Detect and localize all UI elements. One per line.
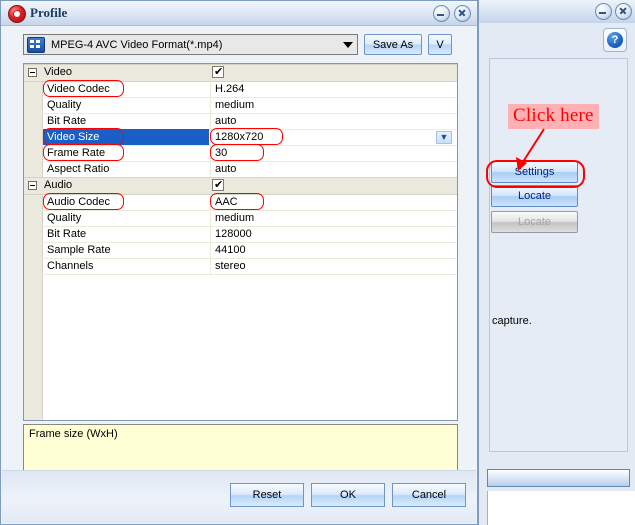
- click-here-annotation: Click here: [508, 104, 599, 129]
- grid-row-name: Bit Rate: [47, 228, 87, 240]
- grid-row-name: Sample Rate: [47, 244, 111, 256]
- v-button[interactable]: V: [428, 34, 452, 55]
- cancel-button[interactable]: Cancel: [392, 483, 466, 507]
- table-row[interactable]: Video Size 1280x720 ▼: [24, 129, 457, 146]
- profile-minimize-icon[interactable]: [433, 5, 450, 22]
- grid-row-value[interactable]: 128000: [210, 226, 457, 242]
- background-bottom-area: [487, 491, 635, 525]
- grid-row-value[interactable]: medium: [210, 210, 457, 226]
- table-row[interactable]: Video Codec H.264: [24, 81, 457, 98]
- save-as-label: Save As: [372, 38, 414, 51]
- collapse-icon[interactable]: [28, 181, 37, 190]
- grid-category-video[interactable]: Video: [24, 64, 457, 82]
- grid-row-name: Channels: [47, 260, 94, 272]
- save-as-button[interactable]: Save As: [364, 34, 422, 55]
- reset-label: Reset: [252, 489, 282, 501]
- help-icon: ?: [607, 32, 623, 48]
- profile-close-icon[interactable]: [454, 5, 471, 22]
- format-row: MPEG-4 AVC Video Format(*.mp4) Save As V: [23, 34, 452, 55]
- profile-body: MPEG-4 AVC Video Format(*.mp4) Save As V…: [1, 25, 477, 524]
- grid-category-label: Video: [44, 66, 72, 78]
- profile-title: Profile: [30, 5, 68, 20]
- video-file-icon: [27, 36, 45, 53]
- table-row[interactable]: Bit Rate auto: [24, 113, 457, 130]
- ok-label: OK: [340, 489, 356, 501]
- background-progress-strip: [487, 469, 630, 487]
- grid-row-name: Quality: [47, 99, 82, 111]
- grid-row-value[interactable]: medium: [210, 97, 457, 113]
- grid-row-name: Aspect Ratio: [47, 163, 110, 175]
- grid-category-audio[interactable]: Audio: [24, 177, 457, 195]
- background-window-titlebar: [479, 0, 635, 24]
- checkbox-audio[interactable]: [212, 178, 224, 192]
- profile-dialog: Profile MPEG-4 AVC Video Format(*.mp4) S…: [0, 0, 478, 525]
- table-row[interactable]: Channels stereo: [24, 258, 457, 275]
- grid-row-value[interactable]: 44100: [210, 242, 457, 258]
- table-row[interactable]: Quality medium: [24, 97, 457, 114]
- background-window-body: ? capture. Settings Locate Locate Click …: [479, 23, 635, 525]
- table-row[interactable]: Frame Rate 30: [24, 145, 457, 162]
- table-row[interactable]: Quality medium: [24, 210, 457, 227]
- minimize-icon[interactable]: [595, 3, 612, 20]
- cancel-label: Cancel: [411, 489, 447, 501]
- background-window: ? capture. Settings Locate Locate Click …: [478, 0, 635, 525]
- grid-row-value[interactable]: auto: [210, 113, 457, 129]
- locate-button[interactable]: Locate: [491, 185, 578, 207]
- grid-row-value[interactable]: stereo: [210, 258, 457, 274]
- background-window-controls: [595, 3, 632, 20]
- settings-highlight-ring: [486, 160, 585, 188]
- ok-button[interactable]: OK: [311, 483, 385, 507]
- grid-row-value[interactable]: AAC: [210, 194, 457, 210]
- grid-row-value[interactable]: H.264: [210, 81, 457, 97]
- format-value: MPEG-4 AVC Video Format(*.mp4): [51, 38, 223, 51]
- table-row[interactable]: Aspect Ratio auto: [24, 161, 457, 178]
- collapse-icon[interactable]: [28, 68, 37, 77]
- locate-button-label: Locate: [517, 190, 552, 202]
- reset-button[interactable]: Reset: [230, 483, 304, 507]
- gear-icon: [8, 5, 26, 23]
- close-icon[interactable]: [615, 3, 632, 20]
- grid-row-name: Quality: [47, 212, 82, 224]
- grid-category-label: Audio: [44, 179, 73, 191]
- grid-row-name: Frame Rate: [47, 147, 106, 159]
- table-row[interactable]: Sample Rate 44100: [24, 242, 457, 259]
- chevron-down-icon[interactable]: [343, 41, 353, 48]
- grid-row-name: Video Size: [43, 129, 209, 145]
- grid-row-value[interactable]: 1280x720 ▼: [210, 129, 457, 145]
- v-label: V: [436, 38, 444, 51]
- locate-button-disabled: Locate: [491, 211, 578, 233]
- table-row[interactable]: Audio Codec AAC: [24, 194, 457, 211]
- profile-window-controls: [433, 5, 471, 22]
- background-caption-text: capture.: [492, 315, 532, 327]
- help-button[interactable]: ?: [603, 28, 627, 52]
- profile-titlebar: Profile: [1, 1, 477, 26]
- grid-row-name: Bit Rate: [47, 115, 87, 127]
- format-combobox[interactable]: MPEG-4 AVC Video Format(*.mp4): [23, 34, 358, 55]
- screenshot-root: ? capture. Settings Locate Locate Click …: [0, 0, 635, 525]
- checkbox-video[interactable]: [212, 65, 224, 79]
- property-grid[interactable]: VideoVideo CodecH.264QualitymediumBit Ra…: [23, 63, 458, 421]
- grid-row-name: Video Codec: [47, 83, 110, 95]
- chevron-down-icon[interactable]: ▼: [436, 131, 452, 144]
- dialog-bottom-bar: Reset OK Cancel: [2, 470, 476, 523]
- grid-row-value[interactable]: auto: [210, 161, 457, 177]
- grid-row-value[interactable]: 30: [210, 145, 457, 161]
- locate-disabled-label: Locate: [517, 216, 552, 228]
- table-row[interactable]: Bit Rate 128000: [24, 226, 457, 243]
- grid-row-name: Audio Codec: [47, 196, 110, 208]
